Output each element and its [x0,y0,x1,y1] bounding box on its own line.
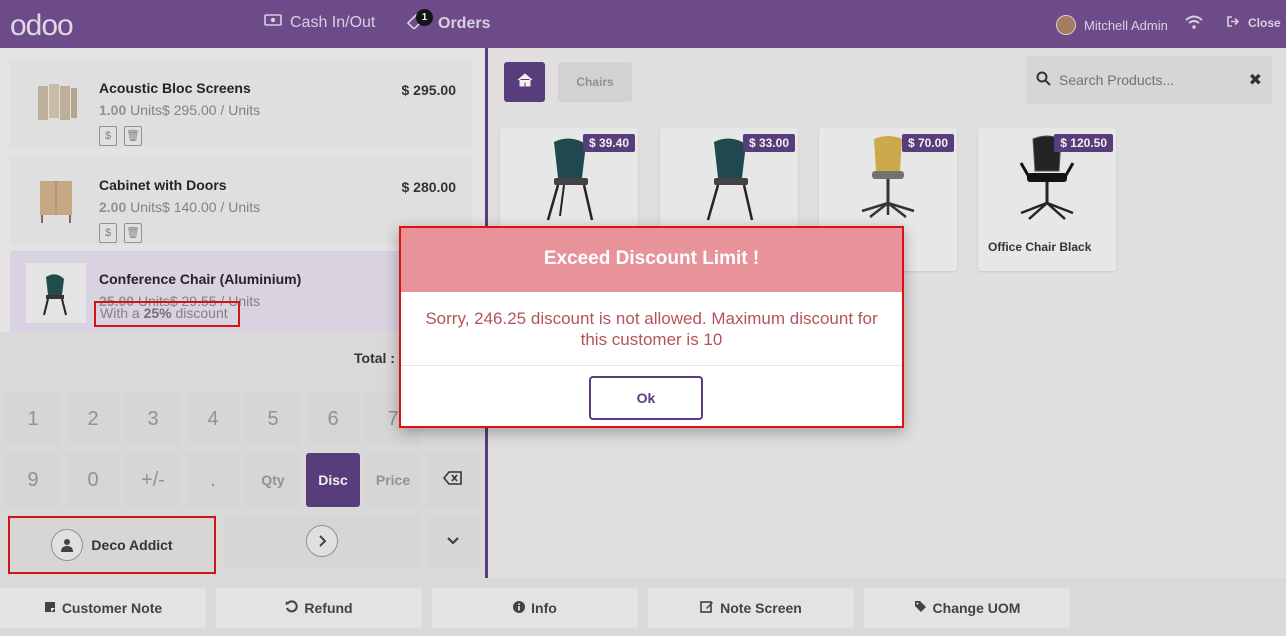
close-label: Close [1248,16,1281,30]
price-mode-button[interactable]: Price [366,453,420,507]
numpad-key-6[interactable]: 6 [306,392,360,446]
trash-icon[interactable]: 🗑 [124,223,142,243]
home-category-button[interactable] [504,62,545,102]
refund-label: Refund [304,600,353,616]
product-price-tag: $ 39.40 [582,134,635,152]
edit-icon [700,600,714,616]
refund-button[interactable]: Refund [216,588,422,628]
info-button[interactable]: Info [432,588,638,628]
info-icon [513,600,526,616]
numpad-key-5[interactable]: 5 [246,392,300,446]
dialog-message: Sorry, 246.25 discount is not allowed. M… [401,292,902,366]
product-price-tag: $ 70.00 [901,134,954,152]
more-options-button[interactable] [426,514,480,568]
cash-in-out-button[interactable]: Cash In/Out [264,13,375,32]
search-box[interactable]: Search Products... ✖ [1026,56,1272,104]
customer-note-button[interactable]: Customer Note [0,588,206,628]
home-icon [517,72,533,92]
note-icon [44,600,56,616]
orders-count-badge: 1 [416,9,433,26]
order-total-label: Total : [354,350,395,366]
dialog-title: Exceed Discount Limit ! [401,228,902,292]
product-card[interactable]: $ 120.50 Office Chair Black [978,128,1116,271]
close-button[interactable]: Close [1226,15,1281,31]
change-uom-label: Change UOM [932,600,1021,616]
numpad-key-1[interactable]: 1 [6,392,60,446]
dollar-icon[interactable]: $ [99,126,117,146]
tag-icon [914,600,927,616]
top-bar: odoo Cash In/Out Orders 1 Mitchell Admin… [0,0,1286,48]
numpad-key-decimal[interactable]: . [186,453,240,507]
numpad-key-4[interactable]: 4 [186,392,240,446]
numpad-key-9[interactable]: 9 [6,453,60,507]
line-price: $ 295.00 [401,82,457,98]
order-line[interactable]: Acoustic Bloc Screens $ 295.00 1.00 Unit… [10,60,472,148]
dollar-icon[interactable]: $ [99,223,117,243]
set-customer-button[interactable]: Deco Addict [8,516,216,574]
breadcrumb[interactable]: Chairs [558,62,632,102]
product-thumbnail [26,169,86,229]
cash-icon [264,13,282,32]
disc-mode-button[interactable]: Disc [306,453,360,507]
odoo-logo: odoo [10,9,74,42]
product-thumbnail [26,263,86,323]
sign-out-icon [1226,15,1240,31]
product-price-tag: $ 120.50 [1054,134,1113,152]
exceed-discount-dialog: Exceed Discount Limit ! Sorry, 246.25 di… [399,226,904,428]
numpad-key-3[interactable]: 3 [126,392,180,446]
user-name: Mitchell Admin [1084,17,1168,33]
line-price: $ 280.00 [401,179,457,195]
line-product-name: Cabinet with Doors [99,177,227,193]
chevron-right-icon [306,525,338,557]
user-menu[interactable]: Mitchell Admin [1056,15,1168,35]
wifi-icon [1184,14,1204,30]
info-label: Info [531,600,557,616]
line-quantity: 2.00 Units$ 140.00 / Units [99,199,261,215]
customer-name: Deco Addict [91,537,173,553]
backspace-button[interactable] [426,453,480,507]
search-input[interactable]: Search Products... [1059,72,1174,88]
avatar [1056,15,1076,35]
qty-mode-button[interactable]: Qty [246,453,300,507]
clear-search-icon[interactable]: ✖ [1249,70,1262,90]
note-screen-button[interactable]: Note Screen [648,588,854,628]
orders-label: Orders [438,14,491,32]
search-icon [1036,71,1051,89]
note-screen-label: Note Screen [720,600,802,616]
product-thumbnail [26,72,86,132]
backspace-icon [442,469,463,491]
product-name: Office Chair Black [988,240,1092,254]
numpad-key-0[interactable]: 0 [66,453,120,507]
trash-icon[interactable]: 🗑 [124,126,142,146]
line-product-name: Acoustic Bloc Screens [99,80,251,96]
line-product-name: Conference Chair (Aluminium) [99,271,302,287]
line-quantity: 1.00 Units$ 295.00 / Units [99,102,261,118]
product-price-tag: $ 33.00 [742,134,795,152]
payment-button[interactable] [224,514,420,568]
change-uom-button[interactable]: Change UOM [864,588,1070,628]
line-discount: With a 25% discount [94,301,240,327]
user-icon [51,529,84,561]
ok-button[interactable]: Ok [589,376,703,420]
numpad-key-2[interactable]: 2 [66,392,120,446]
control-buttons-bar: Customer Note Refund Info Note Screen Ch… [0,578,1286,636]
undo-icon [285,600,299,616]
customer-note-label: Customer Note [61,600,163,616]
cash-in-out-label: Cash In/Out [290,13,376,31]
numpad-key-plus-minus[interactable]: +/- [126,453,180,507]
chevron-down-icon [447,532,459,550]
